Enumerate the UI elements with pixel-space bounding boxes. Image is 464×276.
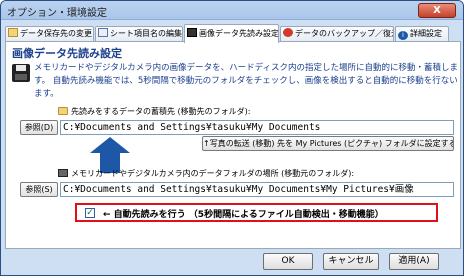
tab-label: 画像データ先読み設定 [199, 29, 279, 38]
prefetch-settings-panel: 画像データ先読み設定 メモリカードやデジタルカメラ内の画像データを、ハードディス… [5, 41, 461, 249]
memory-card-icon [58, 169, 68, 177]
source-path-field[interactable]: C:¥Documents and Settings¥tasuku¥My Docu… [60, 182, 454, 197]
tab-label: 詳細設定 [410, 29, 442, 38]
destination-path-field[interactable]: C:¥Documents and Settings¥tasuku¥My Docu… [60, 120, 454, 135]
tab-sheet-items[interactable]: シート項目名の編集 [95, 26, 183, 42]
destination-label-row: 先読みをするデータの蓄積先 (移動先のフォルダ): [58, 106, 250, 117]
disk-icon [187, 28, 197, 37]
options-dialog: オプション・環境設定 X データ保存先の変更 シート項目名の編集 画像データ先読… [0, 0, 464, 276]
info-icon: i [398, 31, 408, 40]
folder-icon [8, 28, 18, 37]
tab-label: データのバックアップ／復元 [295, 29, 394, 38]
backup-icon [283, 28, 293, 37]
section-description: メモリカードやデジタルカメラ内の画像データを、ハードディスク内の指定した場所に自… [34, 63, 458, 99]
window-title: オプション・環境設定 [7, 8, 107, 19]
auto-prefetch-label: ← 自動先読みを行う （5秒間隔によるファイル自動検出・移動機能） [103, 210, 384, 220]
ok-button[interactable]: OK [263, 253, 313, 270]
section-title: 画像データ先読み設定 [12, 47, 122, 60]
source-label: メモリカードやデジタルカメラ内のデータフォルダの場所 (移動元のフォルダ): [71, 169, 355, 178]
folder-icon [58, 107, 68, 115]
source-label-row: メモリカードやデジタルカメラ内のデータフォルダの場所 (移動元のフォルダ): [58, 168, 354, 179]
cancel-button[interactable]: キャンセル [323, 253, 379, 270]
floppy-disk-icon [12, 64, 30, 82]
browse-destination-button[interactable]: 参照(D) [20, 120, 58, 135]
auto-prefetch-highlight: ✓ ← 自動先読みを行う （5秒間隔によるファイル自動検出・移動機能） [75, 203, 438, 222]
tab-data-location[interactable]: データ保存先の変更 [5, 26, 94, 42]
title-bar: オプション・環境設定 X [1, 1, 463, 20]
destination-label: 先読みをするデータの蓄積先 (移動先のフォルダ): [71, 107, 251, 116]
close-button[interactable]: X [418, 3, 456, 18]
browse-source-button[interactable]: 参照(S) [20, 182, 58, 197]
auto-prefetch-checkbox[interactable]: ✓ [85, 208, 95, 218]
tab-image-prefetch[interactable]: 画像データ先読み設定 [184, 24, 279, 43]
tab-label: シート項目名の編集 [110, 29, 182, 38]
tab-backup-restore[interactable]: データのバックアップ／復元 [280, 26, 394, 42]
apply-button[interactable]: 適用(A) [389, 253, 439, 270]
tab-advanced[interactable]: i 詳細設定 [395, 26, 449, 42]
set-my-pictures-button[interactable]: ↑写真の転送 (移動) 先を My Pictures (ピクチャ) フォルダに設… [202, 136, 454, 151]
sheet-icon [98, 28, 108, 37]
tab-label: データ保存先の変更 [20, 29, 92, 38]
arrow-head [90, 137, 130, 153]
tab-strip: データ保存先の変更 シート項目名の編集 画像データ先読み設定 データのバックアッ… [5, 24, 461, 43]
